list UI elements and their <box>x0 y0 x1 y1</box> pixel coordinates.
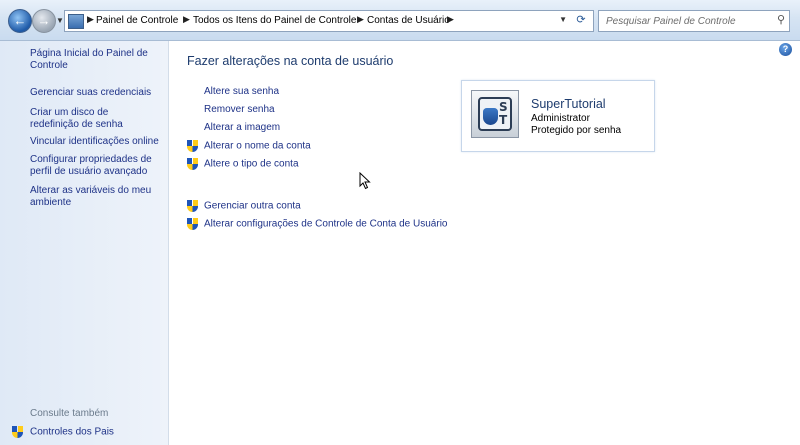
breadcrumb-control-panel[interactable]: Painel de Controle <box>96 15 178 26</box>
mouse-cursor-icon <box>359 172 371 190</box>
remove-password-link[interactable]: Remover senha <box>204 104 275 115</box>
sidebar-item-password-reset-disk[interactable]: Criar um disco de redefinição de senha <box>30 107 160 131</box>
recent-pages-dropdown[interactable]: ▼ <box>56 16 64 25</box>
hand-logo-icon <box>483 108 498 125</box>
see-also-heading: Consulte também <box>30 408 109 419</box>
address-bar[interactable]: ▶ Painel de Controle ▶ Todos os Itens do… <box>64 10 594 32</box>
search-input[interactable] <box>604 13 768 29</box>
change-account-name-link[interactable]: Alterar o nome da conta <box>187 140 311 152</box>
breadcrumb-separator-icon[interactable]: ▶ <box>357 14 364 25</box>
search-box[interactable]: ⚲ <box>598 10 790 32</box>
user-password-status: Protegido por senha <box>531 125 622 136</box>
change-account-type-link[interactable]: Altere o tipo de conta <box>187 158 299 170</box>
sidebar: Página Inicial do Painel de Controle Ger… <box>0 41 169 445</box>
account-picture-icon: S T <box>478 97 512 131</box>
manage-another-account-link[interactable]: Gerenciar outra conta <box>187 200 301 212</box>
sidebar-item-environment-variables[interactable]: Alterar as variáveis do meu ambiente <box>30 185 160 209</box>
change-account-type-label: Altere o tipo de conta <box>204 158 299 170</box>
user-role: Administrator <box>531 113 590 124</box>
uac-shield-icon <box>187 218 198 230</box>
breadcrumb-separator-icon[interactable]: ▶ <box>183 14 190 25</box>
help-icon[interactable]: ? <box>779 43 792 56</box>
forward-button[interactable]: → <box>32 9 56 33</box>
parental-controls-link[interactable]: Controles dos Pais <box>12 426 114 438</box>
change-picture-link[interactable]: Alterar a imagem <box>204 122 280 133</box>
avatar-letter-s: S <box>499 100 508 114</box>
address-dropdown-icon[interactable]: ▼ <box>559 15 567 24</box>
change-account-name-label: Alterar o nome da conta <box>204 140 311 152</box>
arrow-left-icon: ← <box>13 13 27 28</box>
user-account-card: S T SuperTutorial Administrator Protegid… <box>461 80 655 152</box>
page-title: Fazer alterações na conta de usuário <box>187 54 394 68</box>
sidebar-item-advanced-profile[interactable]: Configurar propriedades de perfil de usu… <box>30 154 160 178</box>
uac-shield-icon <box>187 158 198 170</box>
manage-another-account-label: Gerenciar outra conta <box>204 200 301 212</box>
sidebar-item-control-panel-home[interactable]: Página Inicial do Painel de Controle <box>30 48 160 72</box>
avatar-letter-t: T <box>499 113 508 127</box>
breadcrumb-all-items[interactable]: Todos os Itens do Painel de Controle <box>193 15 356 26</box>
search-icon[interactable]: ⚲ <box>777 13 785 26</box>
uac-settings-label: Alterar configurações de Controle de Con… <box>204 218 448 230</box>
back-button[interactable]: ← <box>8 9 32 33</box>
address-toolbar: ← → ▼ ▶ Painel de Controle ▶ Todos os It… <box>0 0 800 41</box>
uac-shield-icon <box>12 426 23 438</box>
user-name: SuperTutorial <box>531 97 606 111</box>
parental-controls-label: Controles dos Pais <box>30 426 114 438</box>
control-panel-icon <box>68 14 84 29</box>
breadcrumb-separator-icon[interactable]: ▶ <box>87 14 94 25</box>
uac-shield-icon <box>187 200 198 212</box>
refresh-icon[interactable]: ⟳ <box>573 13 589 28</box>
avatar: S T <box>471 90 519 138</box>
sidebar-item-link-online-ids[interactable]: Vincular identificações online <box>30 136 160 148</box>
breadcrumb-user-accounts[interactable]: Contas de Usuário <box>367 15 450 26</box>
uac-settings-link[interactable]: Alterar configurações de Controle de Con… <box>187 218 447 230</box>
sidebar-item-manage-credentials[interactable]: Gerenciar suas credenciais <box>30 87 160 99</box>
breadcrumb-separator-icon[interactable]: ▶ <box>447 14 454 25</box>
arrow-right-icon: → <box>37 13 51 28</box>
uac-shield-icon <box>187 140 198 152</box>
change-password-link[interactable]: Altere sua senha <box>204 86 279 97</box>
